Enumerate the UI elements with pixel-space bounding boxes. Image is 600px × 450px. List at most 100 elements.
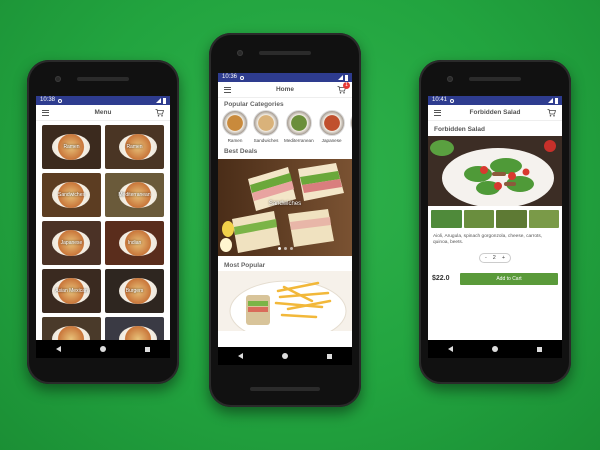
recents-icon[interactable] <box>327 353 333 359</box>
back-icon[interactable] <box>237 353 243 359</box>
category-label: Japanese <box>321 138 342 143</box>
camera-icon <box>447 76 453 82</box>
most-popular-banner[interactable] <box>218 271 352 331</box>
menu-tile[interactable]: Japanese <box>42 221 101 265</box>
phone-detail: 10:41 Forbidden Salad Forbidden Salad Ai… <box>419 60 571 384</box>
app-bar: Forbidden Salad <box>428 105 562 121</box>
phone-menu: 10:38 Menu Ramen Ramen Sandwiches Mediterra… <box>27 60 179 384</box>
quantity-value: 2 <box>492 254 496 261</box>
back-icon[interactable] <box>447 346 453 352</box>
menu-tile[interactable]: Indian <box>105 221 164 265</box>
camera-icon <box>55 76 61 82</box>
signal-icon <box>548 98 553 103</box>
category-label: Ramen <box>227 138 243 143</box>
menu-tile[interactable]: Mediterranean <box>105 173 164 217</box>
hamburger-menu-icon[interactable] <box>42 109 49 116</box>
photo-thumbnails <box>428 206 562 232</box>
signal-icon <box>338 75 343 80</box>
fries-photo <box>218 271 352 331</box>
dish-title: Forbidden Salad <box>434 126 485 133</box>
speaker-grille <box>77 77 129 81</box>
screen-menu: 10:38 Menu Ramen Ramen Sandwiches Mediterra… <box>36 96 170 358</box>
category-item[interactable]: Ramen <box>222 110 248 143</box>
screen-detail: 10:41 Forbidden Salad Forbidden Salad Ai… <box>428 96 562 358</box>
bottom-speaker-grille <box>250 387 320 391</box>
cart-icon[interactable]: 1 <box>337 81 350 94</box>
increase-button[interactable]: + <box>502 255 505 261</box>
category-label: Mediterranean <box>284 138 314 143</box>
menu-tile[interactable]: Burgers <box>105 269 164 313</box>
battery-icon <box>555 97 558 104</box>
notification-icon <box>58 98 63 103</box>
category-image <box>318 110 345 136</box>
home-icon[interactable] <box>281 353 288 359</box>
recents-icon[interactable] <box>537 346 543 352</box>
best-deals-label: Sandwiches <box>268 201 302 207</box>
category-image <box>222 110 248 136</box>
sandwich-photo <box>218 159 352 256</box>
category-label: Sandwiches <box>253 138 279 143</box>
category-image <box>285 110 312 136</box>
screen-home: 10:36 Home 1 Popular Categories Ramen San… <box>218 73 352 365</box>
cart-count-badge: 1 <box>343 81 350 89</box>
battery-icon <box>163 97 166 104</box>
menu-tile-label: Mediterranean <box>118 192 151 198</box>
page-title: Menu <box>94 109 112 116</box>
signal-icon <box>156 98 161 103</box>
popular-categories-heading: Popular Categories <box>224 101 284 108</box>
category-carousel: Ramen Sandwiches Mediterranean Japanese Su <box>218 110 352 143</box>
status-time: 10:41 <box>432 97 448 103</box>
battery-icon <box>345 74 348 81</box>
menu-tile-label: Japanese <box>60 240 83 246</box>
notification-icon <box>450 98 455 103</box>
phone-home: 10:36 Home 1 Popular Categories Ramen San… <box>209 33 361 407</box>
hamburger-menu-icon[interactable] <box>434 109 441 116</box>
thumbnail[interactable] <box>528 210 559 228</box>
category-image <box>349 110 352 136</box>
menu-tile-label: Indian <box>127 240 142 246</box>
menu-tile-label: Asian Mexican <box>55 288 88 294</box>
menu-tile[interactable]: Ramen <box>105 125 164 169</box>
thumbnail[interactable] <box>496 210 527 228</box>
status-bar: 10:36 <box>218 73 352 82</box>
best-deals-banner[interactable]: Sandwiches <box>218 159 352 256</box>
home-icon[interactable] <box>491 346 498 352</box>
recents-icon[interactable] <box>145 346 151 352</box>
page-title: Home <box>275 86 295 93</box>
quantity-stepper: - 2 + <box>428 252 562 263</box>
status-bar: 10:38 <box>36 96 170 105</box>
camera-icon <box>237 50 243 56</box>
cart-icon[interactable] <box>155 108 164 117</box>
page-title: Forbidden Salad <box>469 109 521 116</box>
back-icon[interactable] <box>55 346 61 352</box>
home-icon[interactable] <box>99 346 106 352</box>
app-bar: Menu <box>36 105 170 121</box>
status-time: 10:38 <box>40 97 56 103</box>
decrease-button[interactable]: - <box>485 255 487 261</box>
price: $22.0 <box>432 275 450 283</box>
add-to-cart-button[interactable]: Add to Cart <box>460 272 558 285</box>
menu-tile-label: Ramen <box>126 144 143 150</box>
thumbnail[interactable] <box>431 210 462 228</box>
speaker-grille <box>259 51 311 55</box>
menu-tile[interactable]: Asian Mexican <box>42 269 101 313</box>
menu-tile-label: Burgers <box>125 288 144 294</box>
category-item[interactable]: Mediterranean <box>284 110 314 143</box>
app-bar: Home 1 <box>218 81 352 98</box>
cart-icon[interactable] <box>547 108 556 117</box>
speaker-grille <box>469 77 521 81</box>
hamburger-menu-icon[interactable] <box>224 86 231 93</box>
menu-tile[interactable]: Ramen <box>42 125 101 169</box>
system-nav-bar <box>428 340 562 358</box>
category-item[interactable]: Sandwiches <box>253 110 279 143</box>
category-item[interactable]: Su <box>349 110 352 143</box>
menu-tile[interactable]: Sandwiches <box>42 173 101 217</box>
category-image <box>253 110 279 136</box>
purchase-row: $22.0 Add to Cart <box>428 272 562 285</box>
thumbnail[interactable] <box>463 210 494 228</box>
status-time: 10:36 <box>222 74 238 80</box>
system-nav-bar <box>218 347 352 365</box>
category-grid: Ramen Ramen Sandwiches Mediterranean Japanes… <box>36 121 170 358</box>
category-item[interactable]: Japanese <box>318 110 345 143</box>
system-nav-bar <box>36 340 170 358</box>
